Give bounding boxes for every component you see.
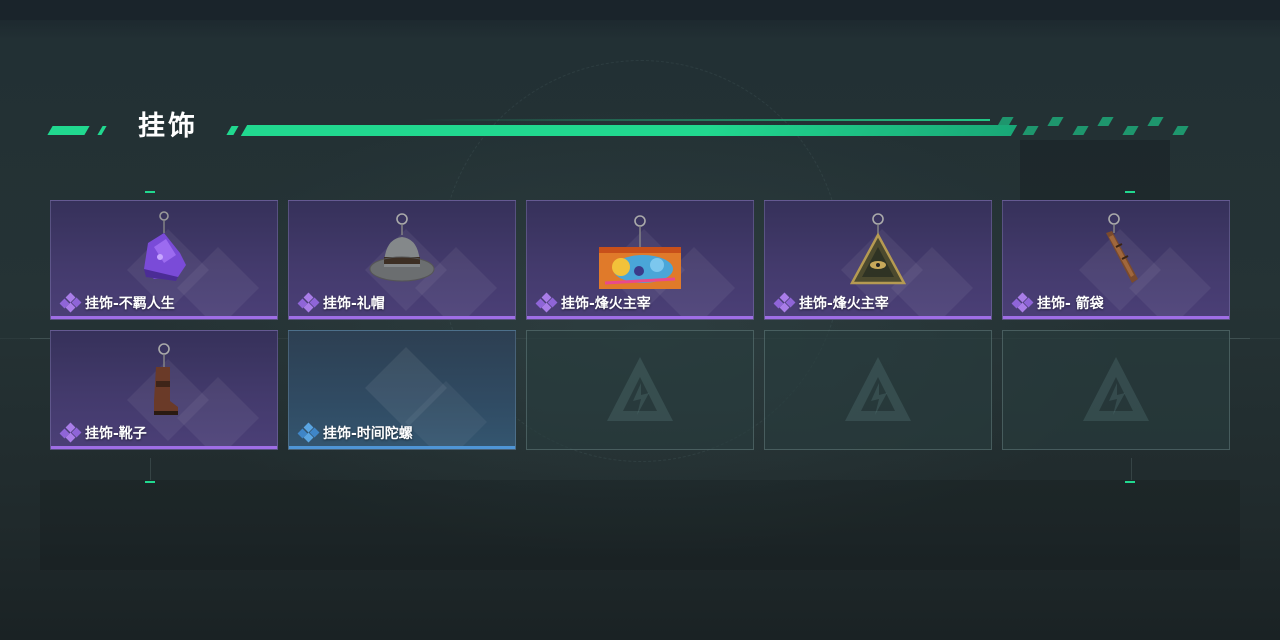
rarity-bar-blue bbox=[289, 446, 515, 449]
empty-slot[interactable] bbox=[1002, 330, 1230, 450]
charm-name: 挂饰-不羁人生 bbox=[85, 296, 175, 312]
pyramid-charm-icon bbox=[849, 213, 907, 285]
charm-card[interactable]: 挂饰-礼帽 bbox=[288, 200, 516, 320]
purple-rarity-icon bbox=[59, 292, 82, 313]
header-accent-left bbox=[97, 126, 107, 135]
blue-rarity-icon bbox=[297, 422, 320, 443]
charm-card[interactable]: 挂饰-不羁人生 bbox=[50, 200, 278, 320]
rarity-bar-purple bbox=[289, 316, 515, 319]
charm-card[interactable]: 挂饰- 箭袋 bbox=[1002, 200, 1230, 320]
purple-rarity-icon bbox=[59, 422, 82, 443]
charm-name: 挂饰-靴子 bbox=[85, 426, 147, 442]
charm-name: 挂饰-烽火主宰 bbox=[799, 296, 889, 312]
rarity-bar-purple bbox=[527, 316, 753, 319]
header-checker-block bbox=[1122, 126, 1139, 135]
purple-rarity-icon bbox=[535, 292, 558, 313]
empty-slot-logo-icon bbox=[607, 357, 673, 421]
charm-name: 挂饰-烽火主宰 bbox=[561, 296, 651, 312]
frame-line bbox=[1230, 338, 1250, 339]
boot-charm-icon bbox=[154, 343, 178, 415]
bg-shape bbox=[40, 480, 1240, 570]
sneaker-charm-icon bbox=[144, 211, 186, 281]
header-bar bbox=[240, 125, 1018, 136]
top-strip bbox=[0, 0, 1280, 20]
frame-line bbox=[30, 338, 50, 339]
frame-line bbox=[150, 458, 151, 480]
quiver-charm-icon bbox=[1106, 213, 1138, 283]
frame-line bbox=[1131, 458, 1132, 480]
frame-tick bbox=[145, 191, 155, 193]
charm-name: 挂饰-礼帽 bbox=[323, 296, 385, 312]
section-title: 挂饰 bbox=[138, 111, 198, 142]
frame-tick bbox=[1125, 481, 1135, 483]
header-checker-block bbox=[1022, 126, 1039, 135]
header-checker-block bbox=[1097, 117, 1114, 126]
rarity-bar-purple bbox=[51, 446, 277, 449]
empty-slot[interactable] bbox=[526, 330, 754, 450]
charm-card[interactable]: 挂饰-靴子 bbox=[50, 330, 278, 450]
empty-slot-logo-icon bbox=[1083, 357, 1149, 421]
header-accent-left bbox=[47, 126, 90, 135]
rarity-bar-purple bbox=[51, 316, 277, 319]
header-checker-block bbox=[1147, 117, 1164, 126]
charm-card[interactable]: 挂饰-烽火主宰 bbox=[764, 200, 992, 320]
hat-charm-icon bbox=[369, 213, 435, 282]
bg-shape bbox=[1020, 140, 1170, 200]
charm-collection-screen: 挂饰 挂饰-不羁人生 挂饰-礼帽 挂饰-烽火主宰 挂饰-烽火主宰 挂饰- 箭袋 … bbox=[0, 0, 1280, 640]
frame-tick bbox=[1125, 191, 1135, 193]
charm-name: 挂饰- 箭袋 bbox=[1037, 296, 1104, 312]
empty-slot[interactable] bbox=[764, 330, 992, 450]
header-accent bbox=[226, 126, 239, 135]
header-checker-block bbox=[1072, 126, 1089, 135]
graffiti-card-charm-icon bbox=[599, 215, 681, 289]
purple-rarity-icon bbox=[297, 292, 320, 313]
rarity-bar-purple bbox=[1003, 316, 1229, 319]
charm-card[interactable]: 挂饰-时间陀螺 bbox=[288, 330, 516, 450]
charm-name: 挂饰-时间陀螺 bbox=[323, 426, 413, 442]
purple-rarity-icon bbox=[773, 292, 796, 313]
header-checker-block bbox=[1047, 117, 1064, 126]
header-thin-line bbox=[420, 119, 990, 121]
header-checker-block bbox=[1172, 126, 1189, 135]
empty-slot-logo-icon bbox=[845, 357, 911, 421]
frame-tick bbox=[145, 481, 155, 483]
rarity-bar-purple bbox=[765, 316, 991, 319]
purple-rarity-icon bbox=[1011, 292, 1034, 313]
charm-card[interactable]: 挂饰-烽火主宰 bbox=[526, 200, 754, 320]
